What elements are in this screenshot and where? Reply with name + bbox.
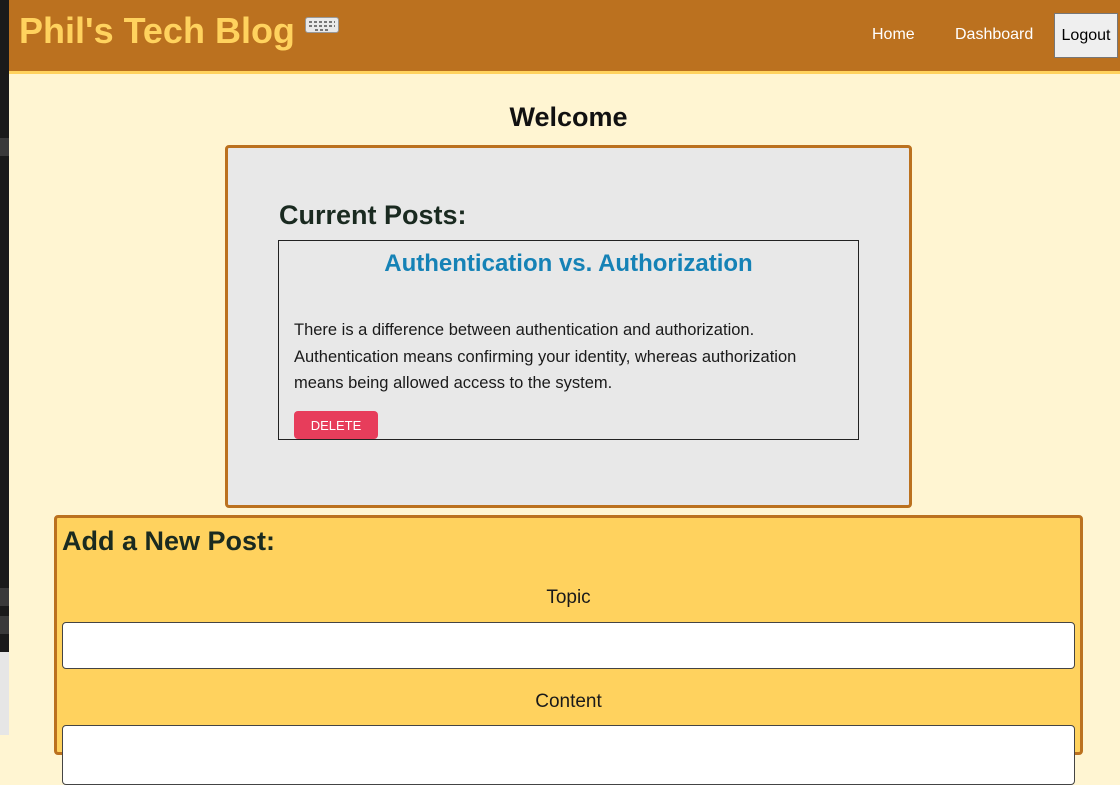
edge-mark <box>0 588 9 606</box>
site-header: Phil's Tech Blog Home Dashboard Logout <box>9 0 1120 74</box>
post-title-link[interactable]: Authentication vs. Authorization <box>279 250 858 278</box>
topic-input[interactable] <box>62 622 1075 669</box>
post-body: There is a difference between authentica… <box>294 321 797 392</box>
brand-title: Phil's Tech Blog <box>19 10 295 51</box>
post-card: Authentication vs. Authorization There i… <box>278 240 859 440</box>
delete-post-button[interactable]: DELETE <box>294 411 378 439</box>
new-post-form: Add a New Post: Topic Content <box>54 515 1083 785</box>
keyboard-icon <box>304 17 339 34</box>
welcome-heading: Welcome <box>509 102 628 132</box>
new-post-heading: Add a New Post: <box>62 526 276 556</box>
logout-button[interactable]: Logout <box>1054 13 1118 58</box>
content-textarea[interactable] <box>62 725 1075 785</box>
topic-label: Topic <box>546 587 591 608</box>
edge-mark <box>0 138 9 156</box>
content-label: Content <box>535 691 602 712</box>
edge-mark <box>0 616 9 634</box>
nav-dashboard-link[interactable]: Dashboard <box>955 26 1033 44</box>
current-posts-panel: Current Posts: Authentication vs. Author… <box>225 145 912 508</box>
current-posts-heading: Current Posts: <box>279 200 467 230</box>
site-brand[interactable]: Phil's Tech Blog <box>19 10 339 52</box>
nav-home-link[interactable]: Home <box>872 26 915 44</box>
edge-panel <box>0 652 9 735</box>
